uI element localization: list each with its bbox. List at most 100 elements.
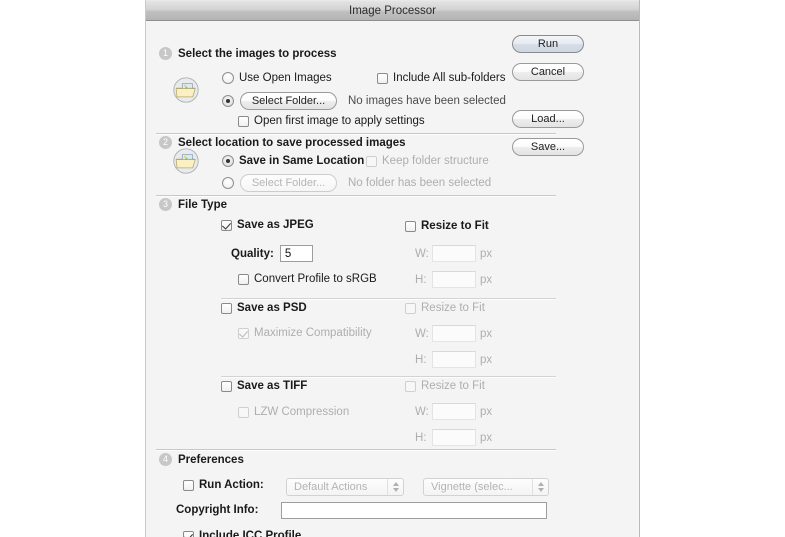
- action-set-dropdown: Default Actions: [286, 478, 404, 496]
- save-as-jpeg-label: Save as JPEG: [237, 219, 314, 231]
- select-folder-button-dest: Select Folder...: [240, 174, 337, 192]
- checkbox-open-first-image[interactable]: [238, 115, 249, 127]
- step-1-badge: 1: [159, 47, 172, 60]
- checkbox-maximize-compatibility: [238, 327, 249, 339]
- jpeg-height-unit: px: [480, 273, 493, 286]
- select-folder-row-2: Select Folder... No folder has been sele…: [222, 174, 491, 192]
- tiff-resize-label: Resize to Fit: [421, 380, 485, 392]
- jpeg-width-row: W: px: [415, 245, 492, 262]
- psd-width-row: W: px: [415, 325, 492, 342]
- include-icc-row[interactable]: Include ICC Profile: [183, 530, 301, 537]
- checkbox-include-subfolders[interactable]: [377, 72, 388, 84]
- lzw-label: LZW Compression: [254, 406, 350, 418]
- image-processor-dialog: Image Processor Run Cancel Load... Save.…: [145, 0, 640, 537]
- psd-width-unit: px: [480, 327, 493, 340]
- step-4-badge: 4: [159, 453, 172, 466]
- save-as-tiff-row[interactable]: Save as TIFF: [221, 380, 307, 392]
- radio-select-folder-dest[interactable]: [222, 177, 234, 189]
- load-button[interactable]: Load...: [512, 110, 584, 128]
- dialog-titlebar[interactable]: Image Processor: [146, 0, 639, 21]
- checkbox-save-as-tiff[interactable]: [221, 380, 232, 392]
- folder-image-icon-svg: [173, 77, 199, 103]
- folder-save-icon-svg: [173, 148, 199, 174]
- jpeg-resize-row[interactable]: Resize to Fit: [405, 220, 489, 232]
- load-button-wrap: Load...: [512, 110, 584, 128]
- select-folder-row-1: Select Folder... No images have been sel…: [222, 92, 506, 110]
- jpeg-height-label: H:: [415, 273, 427, 286]
- psd-height-unit: px: [480, 353, 493, 366]
- open-first-image-row[interactable]: Open first image to apply settings: [238, 115, 425, 127]
- tiff-height-unit: px: [480, 431, 493, 444]
- include-subfolders-row[interactable]: Include All sub-folders: [377, 72, 506, 84]
- source-status-text: No images have been selected: [348, 95, 506, 107]
- save-same-location-row[interactable]: Save in Same Location: [222, 155, 364, 167]
- include-subfolders-label: Include All sub-folders: [393, 72, 506, 84]
- use-open-images-label: Use Open Images: [239, 72, 332, 84]
- copyright-input-wrap: [281, 502, 547, 519]
- use-open-images-row[interactable]: Use Open Images: [222, 72, 332, 84]
- tiff-height-label: H:: [415, 431, 427, 444]
- checkbox-lzw-compression: [238, 406, 249, 418]
- divider-jpeg-psd: [221, 298, 556, 299]
- checkbox-jpeg-resize-to-fit[interactable]: [405, 220, 416, 232]
- section-1-heading: Select the images to process: [178, 47, 337, 60]
- run-button-wrap: Run: [512, 35, 584, 53]
- jpeg-quality-label: Quality:: [231, 247, 274, 260]
- save-as-jpeg-row[interactable]: Save as JPEG: [221, 219, 314, 231]
- save-as-psd-row[interactable]: Save as PSD: [221, 302, 307, 314]
- run-button[interactable]: Run: [512, 35, 584, 53]
- jpeg-width-label: W:: [415, 247, 429, 260]
- checkbox-keep-folder-structure: [366, 155, 377, 167]
- save-button-wrap: Save...: [512, 138, 584, 156]
- save-as-psd-label: Save as PSD: [237, 302, 307, 314]
- tiff-width-unit: px: [480, 405, 493, 418]
- jpeg-quality-input[interactable]: 5: [279, 245, 313, 262]
- save-same-location-label: Save in Same Location: [239, 155, 365, 167]
- include-icc-label: Include ICC Profile: [199, 530, 302, 537]
- tiff-width-row: W: px: [415, 403, 492, 420]
- radio-select-folder-source[interactable]: [222, 95, 234, 107]
- checkbox-include-icc-profile[interactable]: [183, 530, 194, 537]
- checkbox-save-as-psd[interactable]: [221, 302, 232, 314]
- tiff-resize-row: Resize to Fit: [405, 380, 485, 392]
- run-action-row[interactable]: Run Action:: [183, 479, 264, 491]
- keep-folder-structure-label: Keep folder structure: [382, 155, 489, 167]
- psd-width-input: [432, 325, 476, 342]
- select-folder-button-source[interactable]: Select Folder...: [240, 92, 337, 110]
- section-3-heading: File Type: [178, 198, 227, 211]
- action-name-dropdown-wrap: Vignette (selec...: [423, 478, 549, 496]
- dialog-body: Run Cancel Load... Save... 1 Select the …: [146, 21, 639, 537]
- checkbox-run-action[interactable]: [183, 479, 194, 491]
- folder-save-icon: [171, 146, 201, 176]
- checkbox-psd-resize-to-fit: [405, 302, 416, 314]
- section-3-header: 3 File Type: [159, 198, 227, 211]
- section-1-header: 1 Select the images to process: [159, 47, 337, 60]
- psd-height-input: [432, 351, 476, 368]
- jpeg-height-input: [432, 271, 476, 288]
- psd-resize-label: Resize to Fit: [421, 302, 485, 314]
- divider-2: [156, 195, 556, 196]
- chevron-updown-icon-1: [387, 479, 403, 495]
- radio-save-same-location[interactable]: [222, 155, 234, 167]
- convert-srgb-label: Convert Profile to sRGB: [254, 273, 377, 285]
- tiff-height-input: [432, 429, 476, 446]
- run-action-label: Run Action:: [199, 479, 264, 491]
- section-2-heading: Select location to save processed images: [178, 136, 406, 149]
- dialog-title: Image Processor: [349, 4, 436, 17]
- radio-use-open-images[interactable]: [222, 72, 234, 84]
- cancel-button[interactable]: Cancel: [512, 63, 584, 81]
- jpeg-width-input: [432, 245, 476, 262]
- psd-resize-row: Resize to Fit: [405, 302, 485, 314]
- section-4-heading: Preferences: [178, 453, 244, 466]
- checkbox-tiff-resize-to-fit: [405, 380, 416, 392]
- copyright-label: Copyright Info:: [176, 504, 259, 516]
- checkbox-save-as-jpeg[interactable]: [221, 219, 232, 231]
- save-button[interactable]: Save...: [512, 138, 584, 156]
- psd-height-row: H: px: [415, 351, 492, 368]
- convert-srgb-row[interactable]: Convert Profile to sRGB: [238, 273, 377, 285]
- action-set-value: Default Actions: [294, 481, 368, 493]
- psd-width-label: W:: [415, 327, 429, 340]
- divider-3: [156, 449, 556, 450]
- copyright-input[interactable]: [281, 502, 547, 519]
- checkbox-convert-srgb[interactable]: [238, 273, 249, 285]
